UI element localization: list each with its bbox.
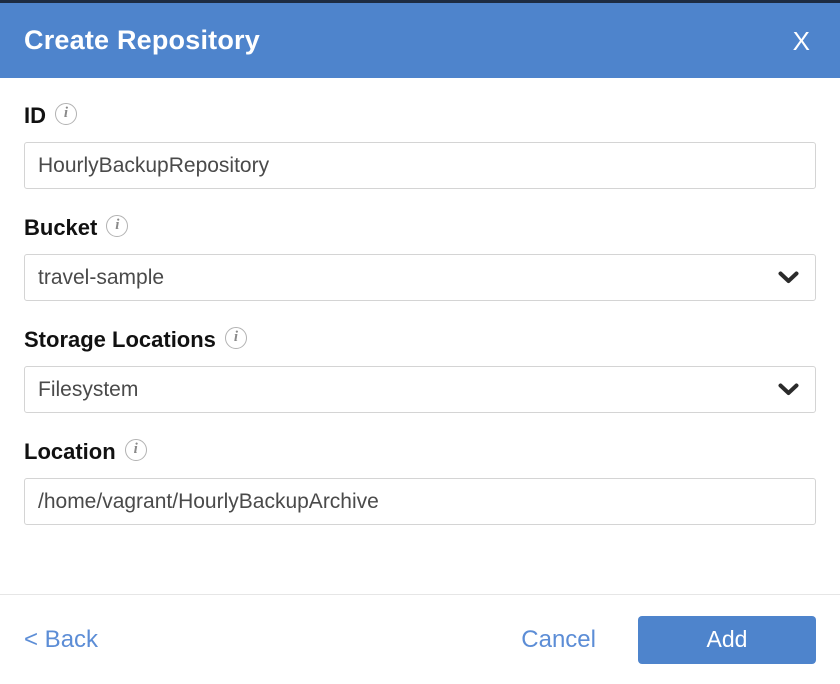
location-label: Location bbox=[24, 439, 116, 465]
bucket-select-value: travel-sample bbox=[38, 266, 164, 290]
close-icon[interactable]: X bbox=[789, 26, 814, 56]
chevron-down-icon bbox=[778, 383, 799, 396]
info-icon[interactable]: i bbox=[106, 215, 128, 237]
storage-locations-label: Storage Locations bbox=[24, 327, 216, 353]
bucket-label-row: Bucket i bbox=[24, 215, 816, 241]
id-label: ID bbox=[24, 103, 46, 129]
storage-label-row: Storage Locations i bbox=[24, 327, 816, 353]
storage-locations-select[interactable]: Filesystem bbox=[24, 366, 816, 413]
bucket-select[interactable]: travel-sample bbox=[24, 254, 816, 301]
add-button[interactable]: Add bbox=[638, 616, 816, 664]
id-label-row: ID i bbox=[24, 103, 816, 129]
dialog-header: Create Repository X bbox=[0, 3, 840, 78]
location-input[interactable] bbox=[24, 478, 816, 525]
info-icon[interactable]: i bbox=[125, 439, 147, 461]
dialog-footer: < Back Cancel Add bbox=[0, 594, 840, 684]
bucket-label: Bucket bbox=[24, 215, 97, 241]
chevron-down-icon bbox=[778, 271, 799, 284]
dialog-title: Create Repository bbox=[24, 25, 260, 56]
create-repository-dialog: Create Repository X ID i Bucket i travel… bbox=[0, 0, 840, 684]
cancel-link[interactable]: Cancel bbox=[521, 626, 596, 654]
back-link[interactable]: < Back bbox=[24, 626, 98, 654]
dialog-body: ID i Bucket i travel-sample Storage Loca… bbox=[0, 103, 840, 525]
info-icon[interactable]: i bbox=[55, 103, 77, 125]
info-icon[interactable]: i bbox=[225, 327, 247, 349]
location-label-row: Location i bbox=[24, 439, 816, 465]
storage-locations-select-value: Filesystem bbox=[38, 378, 138, 402]
id-input[interactable] bbox=[24, 142, 816, 189]
